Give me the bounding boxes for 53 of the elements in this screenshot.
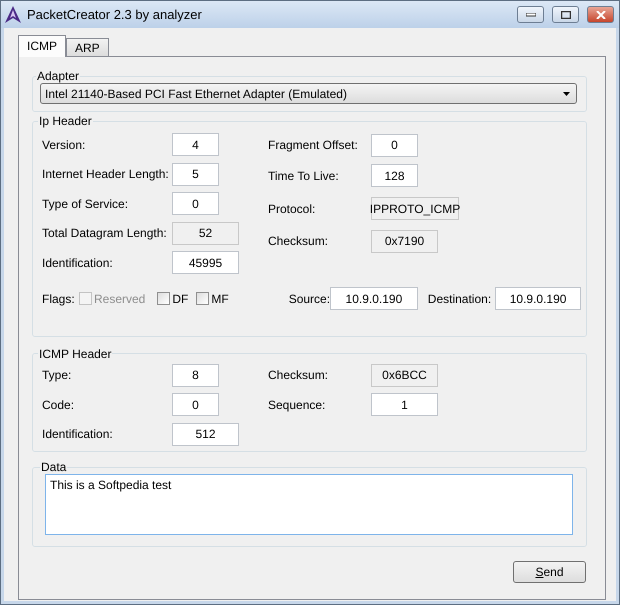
text-field[interactable]: IPPROTO_ICMP <box>371 197 459 220</box>
send-button[interactable]: Send <box>513 561 586 583</box>
field-label: Destination: <box>428 292 492 306</box>
field-label: Sequence: <box>268 398 326 412</box>
field-label: Protocol: <box>268 202 316 216</box>
text-field[interactable]: 5 <box>172 162 219 186</box>
field-label: Source: <box>288 292 330 306</box>
field-label: Checksum: <box>268 234 330 248</box>
text-field[interactable]: 512 <box>172 422 239 446</box>
field-label: Version: <box>42 138 86 152</box>
field-label: Type: <box>42 368 72 382</box>
field-label: Fragment Offset: <box>268 138 359 152</box>
field-label: Identification: <box>42 427 114 442</box>
text-field[interactable]: 0 <box>172 192 219 216</box>
text-field[interactable]: 0 <box>371 134 418 156</box>
tab[interactable]: ICMP <box>18 35 66 57</box>
checkbox[interactable]: MF <box>196 292 229 306</box>
maximize-icon <box>560 10 570 18</box>
app-icon <box>5 6 21 23</box>
field-label: Flags: <box>42 292 76 306</box>
field-label: Internet Header Length: <box>42 167 170 182</box>
field-label: Checksum: <box>268 368 330 382</box>
text-field[interactable]: 0 <box>172 393 219 416</box>
tab[interactable]: ARP <box>66 38 109 56</box>
minimize-button[interactable] <box>517 6 544 23</box>
field-label: Total Datagram Length: <box>42 226 168 240</box>
group-title: Adapter <box>36 69 80 83</box>
close-button[interactable] <box>587 6 614 23</box>
minimize-icon <box>526 12 536 16</box>
text-field[interactable]: 0x6BCC <box>371 364 438 387</box>
data-textarea[interactable]: This is a Softpedia test <box>45 474 573 535</box>
field-label: Time To Live: <box>268 168 340 182</box>
caret-icon <box>563 92 570 96</box>
text-field[interactable]: 1 <box>371 393 438 416</box>
group-title: Data <box>40 460 68 474</box>
text-field[interactable]: 128 <box>371 164 418 187</box>
text-field[interactable]: 0x7190 <box>371 230 438 252</box>
field-label: Type of Service: <box>42 196 130 211</box>
text-field[interactable]: 52 <box>172 222 239 245</box>
field-label: Code: <box>42 398 76 412</box>
checkbox[interactable]: DF <box>157 292 188 306</box>
maximize-button[interactable] <box>552 6 579 23</box>
window-title: PacketCreator 2.3 by analyzer <box>27 7 203 22</box>
close-icon <box>596 10 606 18</box>
text-field[interactable]: 10.9.0.190 <box>495 287 581 310</box>
text-field[interactable]: 45995 <box>172 251 239 274</box>
field-label: Identification: <box>42 256 114 270</box>
adapter-dropdown[interactable]: Intel 21140-Based PCI Fast Ethernet Adapter (Emulated) <box>40 83 577 104</box>
text-field[interactable]: 8 <box>172 364 219 387</box>
text-field[interactable]: 4 <box>172 133 219 156</box>
group-title: Ip Header <box>38 114 93 128</box>
text-field[interactable]: 10.9.0.190 <box>330 287 418 310</box>
group-title: ICMP Header <box>38 346 112 360</box>
